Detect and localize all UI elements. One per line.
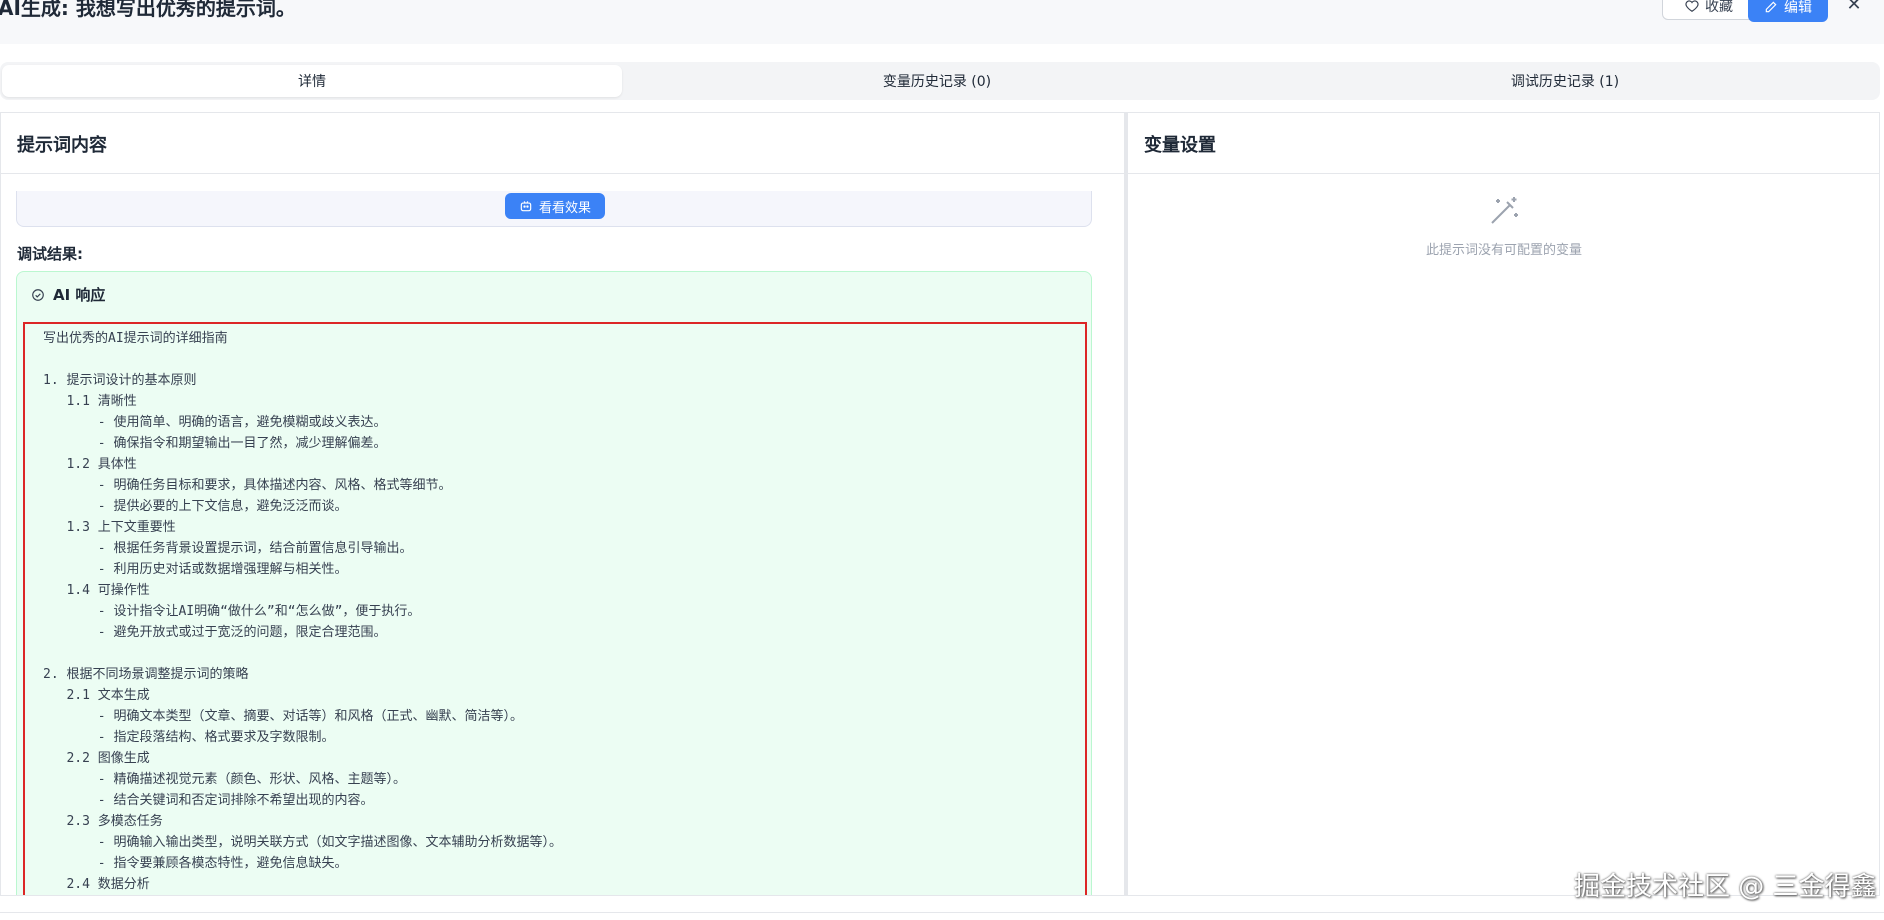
response-line: 2.2 图像生成 [43, 751, 150, 766]
debug-result-label: 调试结果: [17, 245, 83, 263]
bottom-divider [0, 912, 1884, 913]
response-line: 1.2 具体性 [43, 457, 137, 472]
response-line: - 指定段落结构、格式要求及字数限制。 [43, 730, 335, 745]
ai-response-title: AI 响应 [53, 286, 106, 304]
ai-response-header: AI 响应 [31, 284, 105, 305]
response-line: 1.4 可操作性 [43, 583, 150, 598]
response-line: 2.4 数据分析 [43, 877, 150, 892]
response-line: - 避免开放式或过于宽泛的问题，限定合理范围。 [43, 625, 387, 640]
variable-settings-panel: 变量设置 此提示词没有可配置的变量 [1128, 112, 1880, 896]
tab-variable-history[interactable]: 变量历史记录 (0) [626, 65, 1248, 97]
panel-divider [1, 173, 1124, 174]
response-line [43, 643, 562, 664]
response-line: - 确保指令和期望输出一目了然，减少理解偏差。 [43, 436, 387, 451]
page-title: AI生成: 我想写出优秀的提示词。 [0, 0, 296, 20]
magic-wand-icon [1491, 197, 1518, 224]
prompt-content-title: 提示词内容 [17, 135, 107, 156]
close-icon: ✕ [1846, 0, 1862, 15]
favorite-button[interactable]: 收藏 [1662, 0, 1756, 20]
response-line: 2.1 文本生成 [43, 688, 150, 703]
response-line: - 精确描述视觉元素（颜色、形状、风格、主题等）。 [43, 772, 406, 787]
edit-button[interactable]: 编辑 [1748, 0, 1828, 22]
variable-settings-title: 变量设置 [1144, 135, 1216, 156]
ai-response-card: AI 响应 写出优秀的AI提示词的详细指南 1. 提示词设计的基本原则 1.1 … [16, 271, 1092, 895]
response-line: 1.1 清晰性 [43, 394, 137, 409]
tab-bar: 详情 变量历史记录 (0) 调试历史记录 (1) [0, 62, 1880, 100]
response-line: 1.3 上下文重要性 [43, 520, 176, 535]
response-line: - 结合关键词和否定词排除不希望出现的内容。 [43, 793, 374, 808]
response-line: 2.3 多模态任务 [43, 814, 163, 829]
response-line: - 使用简单、明确的语言，避免模糊或歧义表达。 [43, 415, 387, 430]
response-line: - 根据任务背景设置提示词，结合前置信息引导输出。 [43, 541, 413, 556]
watermark: 掘金技术社区 @ 三金得鑫 [1574, 872, 1877, 902]
edit-icon [1765, 1, 1777, 13]
prompt-box: 看看效果 [16, 191, 1092, 227]
preview-button[interactable]: 看看效果 [505, 193, 605, 219]
response-line: - 利用历史对话或数据增强理解与相关性。 [43, 562, 348, 577]
favorite-label: 收藏 [1705, 0, 1733, 15]
panel-divider [1128, 173, 1879, 174]
response-line: 1. 提示词设计的基本原则 [43, 373, 197, 388]
empty-state-text: 此提示词没有可配置的变量 [1425, 243, 1582, 258]
response-line: - 明确文本类型（文章、摘要、对话等）和风格（正式、幽默、简洁等）。 [43, 709, 523, 724]
response-line: - 明确输入输出类型，说明关联方式（如文字描述图像、文本辅助分析数据等）。 [43, 835, 562, 850]
ai-response-body[interactable]: 写出优秀的AI提示词的详细指南 1. 提示词设计的基本原则 1.1 清晰性 - … [23, 322, 1087, 895]
tab-debug-history[interactable]: 调试历史记录 (1) [1252, 65, 1878, 97]
response-line: - 设计指令让AI明确“做什么”和“怎么做”，便于执行。 [43, 604, 421, 619]
modal-header: AI生成: 我想写出优秀的提示词。 收藏 编辑 ✕ [0, 0, 1884, 44]
response-line: - 提供必要的上下文信息，避免泛泛而谈。 [43, 499, 348, 514]
response-line: - 明确任务目标和要求，具体描述内容、风格、格式等细节。 [43, 478, 452, 493]
edit-label: 编辑 [1784, 0, 1812, 16]
tab-details[interactable]: 详情 [2, 65, 622, 97]
response-line: 写出优秀的AI提示词的详细指南 [43, 331, 228, 346]
response-line: 2. 根据不同场景调整提示词的策略 [43, 667, 249, 682]
robot-icon [520, 201, 532, 212]
close-button[interactable]: ✕ [1842, 0, 1866, 16]
response-line [43, 349, 562, 370]
prompt-content-panel: 提示词内容 看看效果 调试结果: AI 响应 写出优秀的AI提示词的详细指南 1… [0, 112, 1124, 896]
empty-state: 此提示词没有可配置的变量 [1128, 193, 1880, 258]
ai-response-text: 写出优秀的AI提示词的详细指南 1. 提示词设计的基本原则 1.1 清晰性 - … [43, 328, 562, 895]
check-circle-icon [32, 288, 44, 301]
heart-icon [1685, 0, 1699, 12]
response-line: - 指令要兼顾各模态特性，避免信息缺失。 [43, 856, 348, 871]
preview-label: 看看效果 [538, 200, 591, 216]
